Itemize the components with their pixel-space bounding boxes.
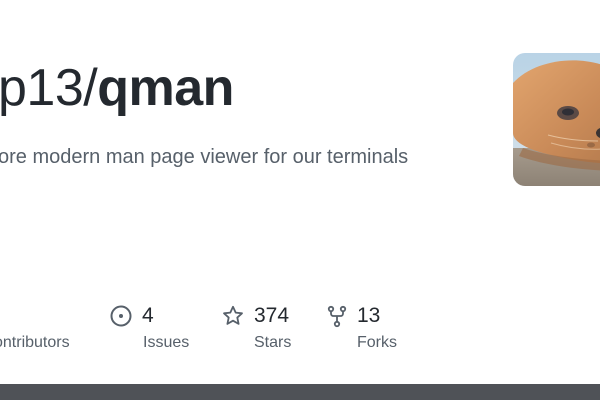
seal-avatar-image	[513, 53, 600, 186]
stat-forks[interactable]: 13 Forks	[325, 300, 425, 360]
stat-stars[interactable]: 374 Stars	[221, 300, 321, 360]
repo-forked-icon	[327, 305, 347, 328]
forks-label: Forks	[357, 334, 397, 351]
stat-contributors[interactable]: ontributors	[0, 300, 100, 360]
repo-stats: ontributors 4 Issues 374 Stars 13 Forks	[0, 300, 600, 360]
issues-label: Issues	[143, 334, 190, 351]
repo-owner[interactable]: p13	[0, 59, 84, 117]
repo-title[interactable]: p13/qman	[0, 56, 234, 120]
repo-name[interactable]: qman	[97, 59, 234, 117]
stars-count: 374	[254, 304, 290, 327]
social-preview-card: p13/qman ore modern man page viewer for …	[0, 0, 600, 400]
owner-avatar[interactable]	[513, 53, 600, 186]
repo-description: ore modern man page viewer for our termi…	[0, 146, 409, 168]
stars-label: Stars	[254, 334, 292, 351]
issue-open-icon	[110, 305, 132, 327]
forks-count: 13	[357, 304, 381, 327]
contributors-label: ontributors	[0, 334, 70, 351]
star-icon	[223, 305, 243, 325]
bottom-color-bar	[0, 384, 600, 400]
issues-count: 4	[142, 304, 154, 327]
repo-separator: /	[83, 59, 98, 117]
stat-issues[interactable]: 4 Issues	[109, 300, 209, 360]
